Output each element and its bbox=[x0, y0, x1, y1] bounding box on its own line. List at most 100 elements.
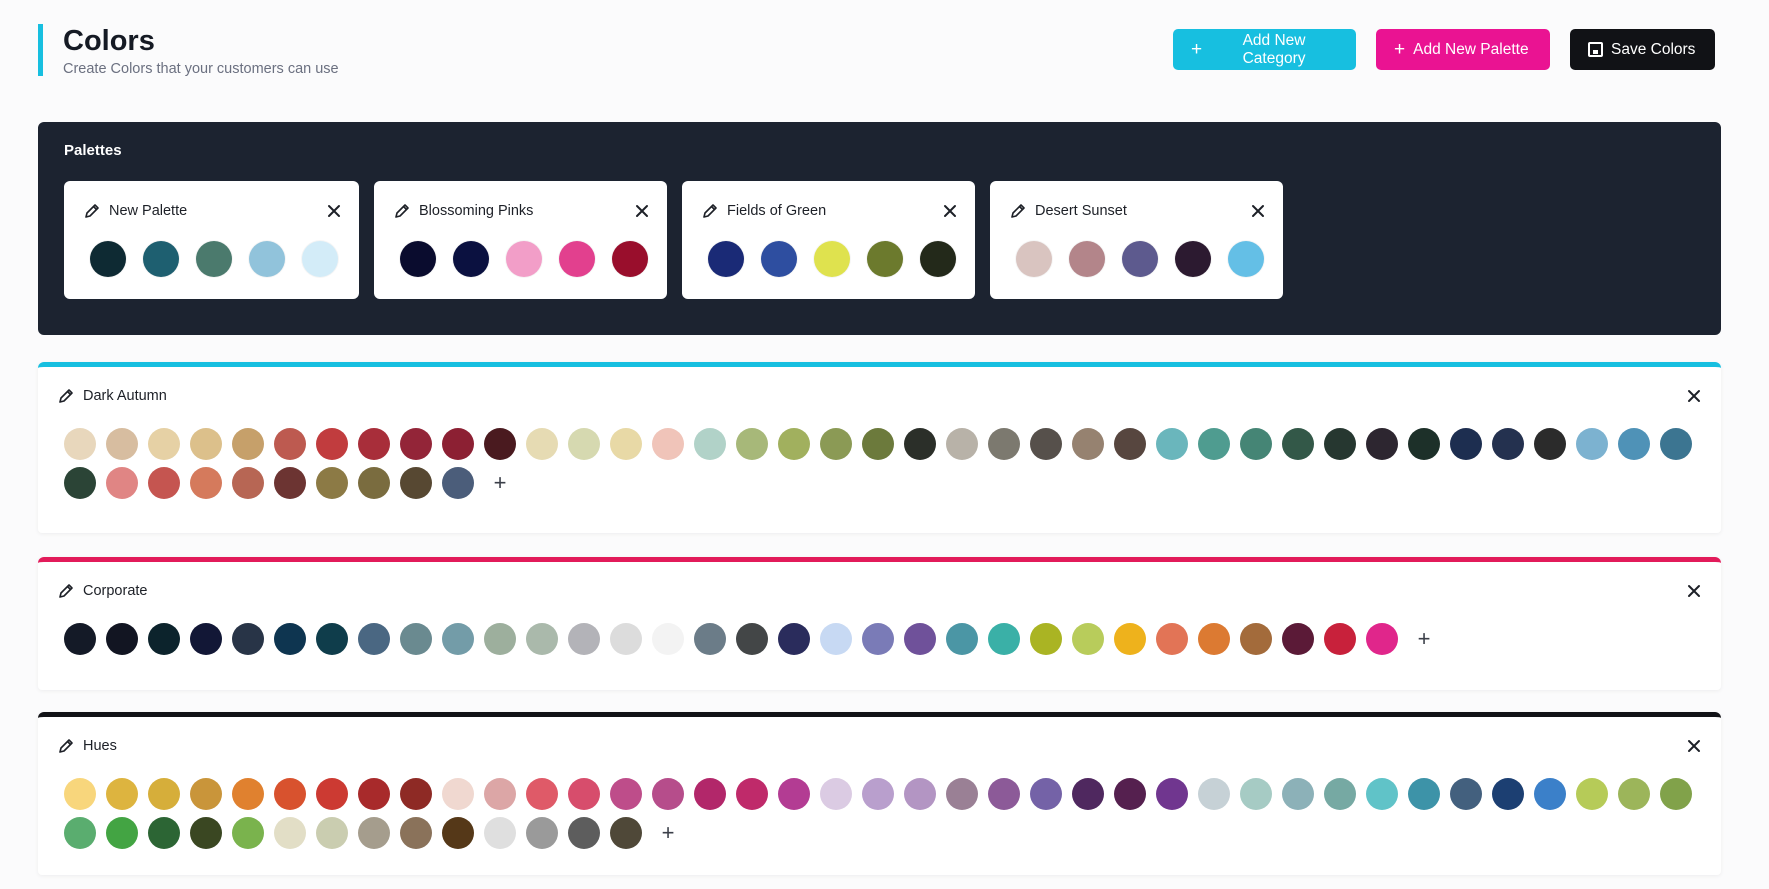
color-swatch[interactable] bbox=[1240, 428, 1272, 460]
color-swatch[interactable] bbox=[1534, 428, 1566, 460]
color-swatch[interactable] bbox=[232, 778, 264, 810]
color-swatch[interactable] bbox=[1366, 623, 1398, 655]
color-swatch[interactable] bbox=[946, 428, 978, 460]
color-swatch[interactable] bbox=[1198, 778, 1230, 810]
color-swatch[interactable] bbox=[1072, 778, 1104, 810]
color-swatch[interactable] bbox=[568, 817, 600, 849]
color-swatch[interactable] bbox=[442, 778, 474, 810]
color-swatch[interactable] bbox=[694, 428, 726, 460]
color-swatch[interactable] bbox=[106, 467, 138, 499]
color-swatch[interactable] bbox=[1072, 623, 1104, 655]
color-swatch[interactable] bbox=[484, 623, 516, 655]
color-swatch[interactable] bbox=[1534, 778, 1566, 810]
color-swatch[interactable] bbox=[778, 623, 810, 655]
color-swatch[interactable] bbox=[1324, 428, 1356, 460]
pencil-icon[interactable] bbox=[394, 203, 410, 219]
color-swatch[interactable] bbox=[1450, 428, 1482, 460]
color-swatch[interactable] bbox=[610, 778, 642, 810]
color-swatch[interactable] bbox=[904, 623, 936, 655]
save-colors-button[interactable]: Save Colors bbox=[1570, 29, 1715, 70]
color-swatch[interactable] bbox=[1114, 623, 1146, 655]
color-swatch[interactable] bbox=[652, 778, 684, 810]
color-swatch[interactable] bbox=[1618, 778, 1650, 810]
color-swatch[interactable] bbox=[1156, 778, 1188, 810]
color-swatch[interactable] bbox=[1660, 428, 1692, 460]
color-swatch[interactable] bbox=[736, 428, 768, 460]
color-swatch[interactable] bbox=[316, 428, 348, 460]
color-swatch[interactable] bbox=[190, 428, 222, 460]
color-swatch[interactable] bbox=[1576, 778, 1608, 810]
pencil-icon[interactable] bbox=[1010, 203, 1026, 219]
color-swatch[interactable] bbox=[358, 623, 390, 655]
color-swatch[interactable] bbox=[442, 428, 474, 460]
color-swatch[interactable] bbox=[694, 778, 726, 810]
color-swatch[interactable] bbox=[1156, 623, 1188, 655]
color-swatch[interactable] bbox=[946, 623, 978, 655]
color-swatch[interactable] bbox=[1576, 428, 1608, 460]
color-swatch[interactable] bbox=[652, 428, 684, 460]
color-swatch[interactable] bbox=[316, 467, 348, 499]
color-swatch[interactable] bbox=[316, 778, 348, 810]
color-swatch[interactable] bbox=[64, 467, 96, 499]
color-swatch[interactable] bbox=[358, 467, 390, 499]
color-swatch[interactable] bbox=[1198, 428, 1230, 460]
color-swatch[interactable] bbox=[652, 623, 684, 655]
palette-swatch[interactable] bbox=[302, 241, 338, 277]
color-swatch[interactable] bbox=[400, 428, 432, 460]
palette-swatch[interactable] bbox=[814, 241, 850, 277]
color-swatch[interactable] bbox=[316, 623, 348, 655]
palette-swatch[interactable] bbox=[761, 241, 797, 277]
color-swatch[interactable] bbox=[274, 428, 306, 460]
color-swatch[interactable] bbox=[1282, 778, 1314, 810]
color-swatch[interactable] bbox=[1240, 778, 1272, 810]
palette-swatch[interactable] bbox=[920, 241, 956, 277]
color-swatch[interactable] bbox=[232, 817, 264, 849]
color-swatch[interactable] bbox=[232, 623, 264, 655]
color-swatch[interactable] bbox=[64, 623, 96, 655]
palette-swatch[interactable] bbox=[506, 241, 542, 277]
color-swatch[interactable] bbox=[1366, 778, 1398, 810]
color-swatch[interactable] bbox=[736, 623, 768, 655]
color-swatch[interactable] bbox=[1030, 623, 1062, 655]
color-swatch[interactable] bbox=[778, 778, 810, 810]
color-swatch[interactable] bbox=[1030, 778, 1062, 810]
color-swatch[interactable] bbox=[988, 623, 1020, 655]
close-icon[interactable] bbox=[1687, 584, 1701, 598]
color-swatch[interactable] bbox=[1618, 428, 1650, 460]
color-swatch[interactable] bbox=[148, 817, 180, 849]
color-swatch[interactable] bbox=[106, 623, 138, 655]
close-icon[interactable] bbox=[327, 204, 341, 218]
color-swatch[interactable] bbox=[568, 778, 600, 810]
palette-swatch[interactable] bbox=[249, 241, 285, 277]
color-swatch[interactable] bbox=[694, 623, 726, 655]
color-swatch[interactable] bbox=[64, 778, 96, 810]
color-swatch[interactable] bbox=[484, 817, 516, 849]
color-swatch[interactable] bbox=[1282, 623, 1314, 655]
color-swatch[interactable] bbox=[400, 817, 432, 849]
color-swatch[interactable] bbox=[190, 467, 222, 499]
color-swatch[interactable] bbox=[148, 428, 180, 460]
color-swatch[interactable] bbox=[1408, 778, 1440, 810]
color-swatch[interactable] bbox=[358, 817, 390, 849]
color-swatch[interactable] bbox=[148, 623, 180, 655]
color-swatch[interactable] bbox=[1198, 623, 1230, 655]
color-swatch[interactable] bbox=[1240, 623, 1272, 655]
color-swatch[interactable] bbox=[190, 778, 222, 810]
color-swatch[interactable] bbox=[820, 623, 852, 655]
add-color-plus-icon[interactable]: + bbox=[484, 467, 516, 499]
close-icon[interactable] bbox=[1687, 739, 1701, 753]
color-swatch[interactable] bbox=[106, 778, 138, 810]
color-swatch[interactable] bbox=[1408, 428, 1440, 460]
pencil-icon[interactable] bbox=[84, 203, 100, 219]
color-swatch[interactable] bbox=[442, 467, 474, 499]
add-new-palette-button[interactable]: + Add New Palette bbox=[1376, 29, 1550, 70]
color-swatch[interactable] bbox=[904, 428, 936, 460]
color-swatch[interactable] bbox=[736, 778, 768, 810]
color-swatch[interactable] bbox=[568, 428, 600, 460]
color-swatch[interactable] bbox=[988, 778, 1020, 810]
palette-swatch[interactable] bbox=[708, 241, 744, 277]
color-swatch[interactable] bbox=[442, 817, 474, 849]
pencil-icon[interactable] bbox=[702, 203, 718, 219]
palette-swatch[interactable] bbox=[612, 241, 648, 277]
palette-swatch[interactable] bbox=[1016, 241, 1052, 277]
